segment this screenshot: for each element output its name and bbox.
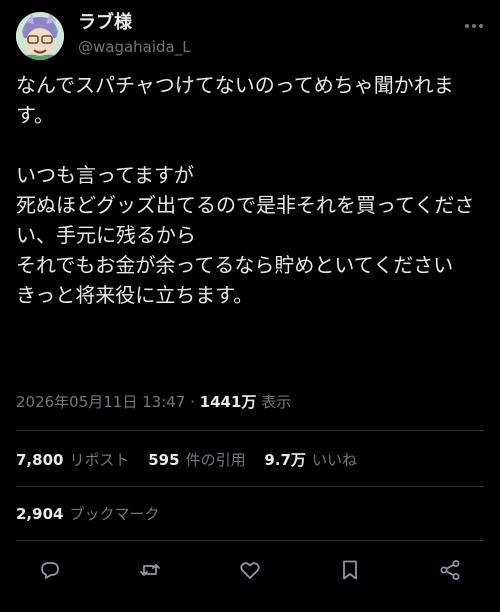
quotes-stat[interactable]: 595 件の引用 bbox=[148, 451, 245, 469]
quotes-count: 595 bbox=[148, 451, 180, 469]
more-icon[interactable] bbox=[462, 16, 486, 36]
likes-count: 9.7万 bbox=[264, 451, 306, 469]
quotes-label: 件の引用 bbox=[185, 451, 246, 469]
like-icon[interactable] bbox=[236, 556, 264, 584]
repost-icon[interactable] bbox=[136, 556, 164, 584]
tweet-meta: 2026年05月11日 13:47 · 1441万 表示 bbox=[16, 393, 292, 411]
bookmarks-stat[interactable]: 2,904 ブックマーク bbox=[16, 502, 159, 526]
reply-icon[interactable] bbox=[36, 556, 64, 584]
views-label: 表示 bbox=[261, 393, 292, 411]
views-count: 1441万 bbox=[199, 393, 257, 411]
tweet-date[interactable]: 2026年05月11日 13:47 bbox=[16, 393, 185, 411]
reposts-count: 7,800 bbox=[16, 451, 64, 469]
share-icon[interactable] bbox=[436, 556, 464, 584]
divider bbox=[16, 540, 484, 541]
display-name[interactable]: ラブ様 bbox=[78, 12, 191, 34]
divider bbox=[16, 486, 484, 487]
bookmark-icon[interactable] bbox=[336, 556, 364, 584]
avatar[interactable] bbox=[16, 12, 64, 60]
reposts-stat[interactable]: 7,800 リポスト bbox=[16, 451, 129, 469]
reposts-label: リポスト bbox=[69, 451, 130, 469]
tweet-header: ラブ様 @wagahaida_L bbox=[16, 12, 486, 62]
engagement-stats: 7,800 リポスト 595 件の引用 9.7万 いいね bbox=[16, 448, 371, 472]
user-names: ラブ様 @wagahaida_L bbox=[78, 12, 191, 58]
likes-stat[interactable]: 9.7万 いいね bbox=[264, 451, 357, 469]
tweet-text: なんでスパチャつけてないのってめちゃ聞かれます。 いつも言ってますが 死ぬほどグ… bbox=[16, 73, 475, 307]
user-handle[interactable]: @wagahaida_L bbox=[78, 36, 191, 58]
action-bar bbox=[0, 554, 500, 586]
bookmarks-label: ブックマーク bbox=[69, 505, 160, 523]
bookmarks-count: 2,904 bbox=[16, 505, 64, 523]
divider bbox=[16, 430, 484, 431]
likes-label: いいね bbox=[311, 451, 357, 469]
